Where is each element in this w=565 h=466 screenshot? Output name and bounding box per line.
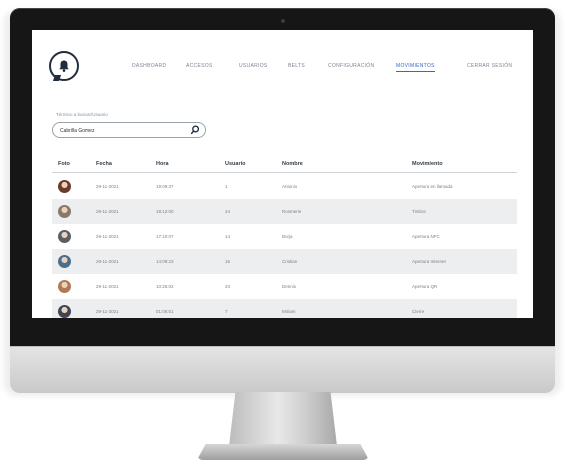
avatar [58, 255, 71, 268]
cell-usuario: 23 [225, 284, 231, 289]
table-row[interactable]: 29-11-2021 18:12:00 24 Rosmerie Timbre [52, 199, 517, 224]
header-foto: Foto [58, 161, 70, 167]
cell-hora: 10:25:02 [156, 284, 174, 289]
search-field[interactable] [52, 122, 206, 138]
cell-movimiento: Apertura Internet [412, 259, 446, 264]
cell-fecha: 29-11-2021 [96, 184, 119, 189]
table-row[interactable]: 29-11-2021 19:09:37 1 Antonio Apertura e… [52, 174, 517, 199]
cell-fecha: 29-11-2021 [96, 234, 119, 239]
header-movimiento: Movimiento [412, 161, 443, 167]
cell-hora: 19:09:37 [156, 184, 174, 189]
header-fecha: Fecha [96, 161, 112, 167]
cell-nombre: Antonio [282, 184, 298, 189]
table-header: Foto Fecha Hora Usuario Nombre Movimient… [52, 158, 517, 173]
cell-nombre: Cristian [282, 259, 298, 264]
cell-hora: 14:09:23 [156, 259, 174, 264]
table-row[interactable]: 29-11-2021 17:10:07 14 Borja Apertura NF… [52, 224, 517, 249]
table-row[interactable]: 29-11-2021 01:06:51 7 Miriam Cierre [52, 299, 517, 318]
cell-movimiento: Apertura NFC [412, 234, 440, 239]
avatar [58, 180, 71, 193]
cell-movimiento: Apertura en llamada [412, 184, 453, 189]
header-nombre: Nombre [282, 161, 303, 167]
table-row[interactable]: 29-11-2021 10:25:02 23 Dennis Apertura Q… [52, 274, 517, 299]
cell-nombre: Borja [282, 234, 293, 239]
avatar [58, 305, 71, 318]
monitor-stand-base [197, 444, 369, 460]
nav-belts[interactable]: BELTS [288, 63, 305, 69]
cell-usuario: 14 [225, 234, 231, 239]
table-row[interactable]: 29-11-2021 14:09:23 15 Cristian Apertura… [52, 249, 517, 274]
cell-hora: 17:10:07 [156, 234, 174, 239]
cell-fecha: 29-11-2021 [96, 309, 119, 314]
monitor-stand [229, 392, 337, 446]
search-icon[interactable] [190, 125, 200, 135]
nav-usuarios[interactable]: USUARIOS [239, 63, 268, 69]
nav-configuracion[interactable]: CONFIGURACIÓN [328, 63, 374, 69]
cell-hora: 18:12:00 [156, 209, 174, 214]
nav-dashboard[interactable]: DASHBOARD [132, 63, 166, 69]
nav-accesos[interactable]: ACCESOS [186, 63, 213, 69]
cell-fecha: 29-11-2021 [96, 259, 119, 264]
cell-movimiento: Timbre [412, 209, 426, 214]
cell-usuario: 24 [225, 209, 231, 214]
nav-movimientos[interactable]: MOVIMIENTOS [396, 63, 435, 72]
monitor-chin [10, 346, 555, 393]
cell-movimiento: Apertura QR [412, 284, 438, 289]
avatar [58, 230, 71, 243]
search-input[interactable] [60, 126, 180, 135]
nav-cerrar-sesion[interactable]: CERRAR SESIÓN [467, 63, 512, 69]
search-label: Término a buscar/Usuario [56, 112, 108, 117]
cell-nombre: Dennis [282, 284, 297, 289]
avatar [58, 205, 71, 218]
header-hora: Hora [156, 161, 169, 167]
header-usuario: Usuario [225, 161, 246, 167]
cell-movimiento: Cierre [412, 309, 425, 314]
cell-nombre: Miriam [282, 309, 296, 314]
cell-nombre: Rosmerie [282, 209, 302, 214]
cell-usuario: 7 [225, 309, 228, 314]
cell-fecha: 29-11-2021 [96, 284, 119, 289]
app-screen: DASHBOARD ACCESOS USUARIOS BELTS CONFIGU… [32, 30, 533, 318]
avatar [58, 280, 71, 293]
cell-hora: 01:06:51 [156, 309, 174, 314]
cell-usuario: 15 [225, 259, 231, 264]
camera-icon [281, 19, 285, 23]
top-navigation: DASHBOARD ACCESOS USUARIOS BELTS CONFIGU… [32, 63, 533, 75]
cell-usuario: 1 [225, 184, 228, 189]
cell-fecha: 29-11-2021 [96, 209, 119, 214]
